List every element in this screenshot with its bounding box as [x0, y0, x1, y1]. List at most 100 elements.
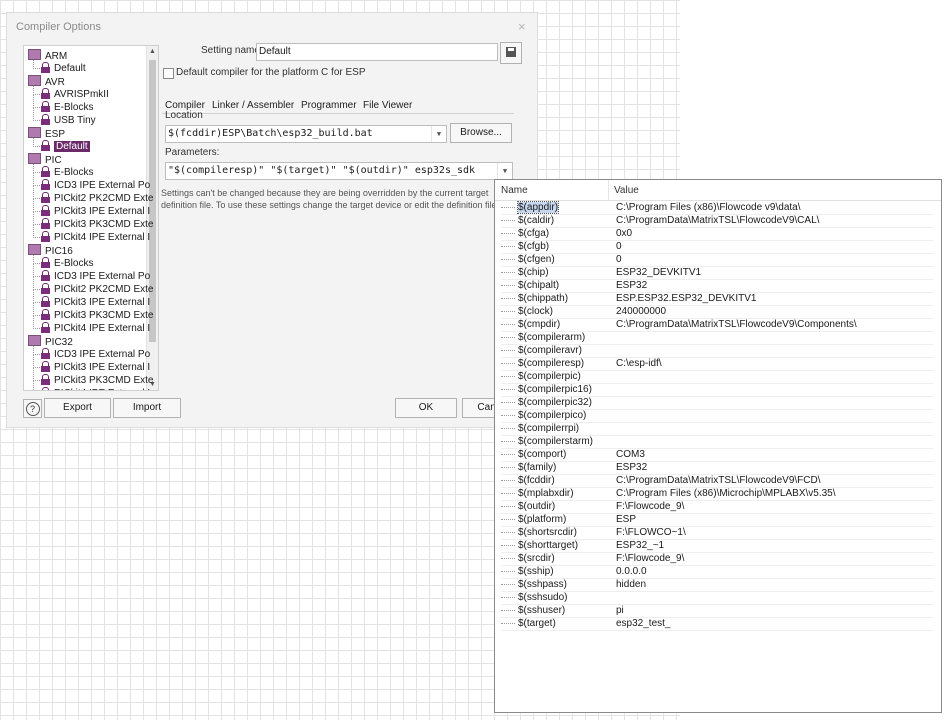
tree-item[interactable]: PICkit3 IPE External I — [33, 290, 150, 309]
variable-name-cell: $(compilerpic) — [501, 370, 609, 383]
variable-row[interactable]: $(srcdir) F:\Flowcode_9\ — [501, 552, 933, 566]
setting-name-input[interactable]: Default — [256, 43, 498, 61]
variable-name: $(compilerrpi) — [518, 423, 580, 434]
variable-value: 0 — [616, 241, 622, 252]
variable-row[interactable]: $(target) esp32_test_ — [501, 617, 933, 631]
tree-item-label: E-Blocks — [54, 167, 94, 178]
save-button[interactable] — [500, 42, 522, 64]
default-compiler-checkbox[interactable] — [163, 68, 174, 79]
variable-name-cell: $(compilerarm) — [501, 331, 609, 344]
variable-value: 0 — [616, 254, 622, 265]
variable-row[interactable]: $(mplabxdir) C:\Program Files (x86)\Micro… — [501, 487, 933, 501]
tab-linker-assembler[interactable]: Linker / Assembler — [212, 100, 294, 111]
tree-item[interactable]: E-Blocks — [33, 95, 94, 114]
close-icon[interactable]: × — [518, 19, 526, 34]
override-note: Settings can't be changed because they a… — [161, 188, 500, 210]
location-chevron-down-icon[interactable]: ▼ — [431, 126, 446, 142]
variable-value: 240000000 — [616, 306, 667, 317]
variable-row[interactable]: $(chipalt) ESP32 — [501, 279, 933, 293]
tree-item[interactable]: ICD3 IPE External Po — [33, 264, 150, 283]
export-button[interactable]: Export — [44, 398, 111, 418]
tree-item[interactable]: PICkit3 PK3CMD Exte — [33, 368, 154, 387]
tree-item[interactable]: ICD3 IPE External Po — [33, 173, 150, 192]
variable-row[interactable]: $(compileravr) — [501, 344, 933, 358]
compiler-tree[interactable]: ▲ ▼ ARM Default AVR AVRISPmkII E-Blocks USB T… — [23, 45, 159, 391]
variable-row[interactable]: $(shorttarget) ESP32_~1 — [501, 539, 933, 553]
variable-row[interactable]: $(caldir) C:\ProgramData\MatrixTSL\Flowco… — [501, 214, 933, 228]
parameters-combo[interactable]: "$(compileresp)" "$(target)" "$(outdir)"… — [165, 162, 513, 180]
variable-row[interactable]: $(clock) 240000000 — [501, 305, 933, 319]
variable-row[interactable]: $(cfgb) 0 — [501, 240, 933, 254]
variable-row[interactable]: $(comport) COM3 — [501, 448, 933, 462]
variable-row[interactable]: $(chippath) ESP.ESP32.ESP32_DEVKITV1 — [501, 292, 933, 306]
variable-row[interactable]: $(shortsrcdir) F:\FLOWCO~1\ — [501, 526, 933, 540]
variable-value: F:\Flowcode_9\ — [616, 553, 685, 564]
scroll-up-icon[interactable]: ▲ — [147, 48, 158, 55]
variable-row[interactable]: $(cfga) 0x0 — [501, 227, 933, 241]
location-combo[interactable]: $(fcddir)ESP\Batch\esp32_build.bat ▼ — [165, 125, 447, 143]
tree-item-label: E-Blocks — [54, 102, 94, 113]
variable-row[interactable]: $(compilerpico) — [501, 409, 933, 423]
tree-item[interactable]: PICkit3 PK3CMD Exte — [33, 303, 153, 322]
variable-name-cell: $(family) — [501, 461, 609, 474]
variable-name-cell: $(chipalt) — [501, 279, 609, 292]
variable-row[interactable]: $(chip) ESP32_DEVKITV1 — [501, 266, 933, 280]
variable-row[interactable]: $(compilerarm) — [501, 331, 933, 345]
variable-row[interactable]: $(compileresp) C:\esp-idf\ — [501, 357, 933, 371]
variable-value: ESP — [616, 514, 637, 525]
variables-popup[interactable]: Name Value $(appdir) C:\Program Files (x8… — [494, 179, 942, 713]
tree-item[interactable]: PICkit4 IPE External I — [33, 381, 150, 390]
variable-row[interactable]: $(cfgen) 0 — [501, 253, 933, 267]
tree-item[interactable]: PICkit3 IPE External I — [33, 355, 150, 374]
variable-row[interactable]: $(sshsudo) — [501, 591, 933, 605]
tree-item-label: PICkit3 PK3CMD Exte — [54, 375, 154, 386]
variable-row[interactable]: $(compilerpic) — [501, 370, 933, 384]
save-icon — [506, 47, 516, 57]
tree-item[interactable]: USB Tiny — [33, 108, 96, 127]
tab-file-viewer[interactable]: File Viewer — [363, 100, 412, 111]
variable-name-cell: $(compilerstarm) — [501, 435, 609, 448]
variable-name: $(platform) — [518, 514, 567, 525]
import-button[interactable]: Import — [113, 398, 181, 418]
variable-row[interactable]: $(outdir) F:\Flowcode_9\ — [501, 500, 933, 514]
column-header-value[interactable]: Value — [614, 185, 639, 196]
variable-row[interactable]: $(compilerrpi) — [501, 422, 933, 436]
tree-item[interactable]: AVRISPmkII — [33, 82, 109, 101]
parameters-chevron-down-icon[interactable]: ▼ — [497, 163, 512, 179]
variable-name-cell: $(platform) — [501, 513, 609, 526]
variable-row[interactable]: $(cmpdir) C:\ProgramData\MatrixTSL\Flowco… — [501, 318, 933, 332]
variable-row[interactable]: $(sship) 0.0.0.0 — [501, 565, 933, 579]
tree-item[interactable]: PICkit4 IPE External I — [33, 225, 150, 244]
variable-name: $(compilerpic32) — [518, 397, 592, 408]
tree-item[interactable]: E-Blocks — [33, 160, 94, 179]
variable-row[interactable]: $(fcddir) C:\ProgramData\MatrixTSL\Flowco… — [501, 474, 933, 488]
tree-item[interactable]: E-Blocks — [33, 251, 93, 270]
variable-row[interactable]: $(family) ESP32 — [501, 461, 933, 475]
help-button[interactable]: ? — [23, 399, 42, 418]
tab-programmer[interactable]: Programmer — [301, 100, 357, 111]
variable-row[interactable]: $(compilerpic32) — [501, 396, 933, 410]
variable-name: $(cfgb) — [518, 241, 550, 252]
variable-name: $(compilerpic) — [518, 371, 581, 382]
variable-row[interactable]: $(compilerpic16) — [501, 383, 933, 397]
variable-row[interactable]: $(compilerstarm) — [501, 435, 933, 449]
tree-item[interactable]: PICkit2 PK2CMD Exte — [33, 277, 153, 296]
tree-item[interactable]: Default — [33, 134, 90, 153]
tree-item[interactable]: Default — [33, 56, 86, 75]
tree-item[interactable]: PICkit4 IPE External I — [33, 316, 150, 335]
ok-button[interactable]: OK — [395, 398, 457, 418]
tree-item[interactable]: ICD3 IPE External Po — [33, 342, 150, 361]
tree-item[interactable]: PICkit2 PK2CMD Exte — [33, 186, 153, 205]
variable-row[interactable]: $(sshpass) hidden — [501, 578, 933, 592]
lock-icon — [41, 114, 50, 125]
variable-value: ESP32 — [616, 280, 648, 291]
variable-name: $(compilerarm) — [518, 332, 586, 343]
tree-item[interactable]: PICkit3 PK3CMD Exte — [33, 212, 153, 231]
browse-button[interactable]: Browse... — [450, 123, 512, 143]
variable-row[interactable]: $(appdir) C:\Program Files (x86)\Flowcode… — [501, 201, 933, 215]
variable-name: $(appdir) — [516, 201, 560, 214]
variable-row[interactable]: $(sshuser) pi — [501, 604, 933, 618]
column-header-name[interactable]: Name — [501, 185, 528, 196]
tree-item[interactable]: PICkit3 IPE External I — [33, 199, 150, 218]
variable-row[interactable]: $(platform) ESP — [501, 513, 933, 527]
